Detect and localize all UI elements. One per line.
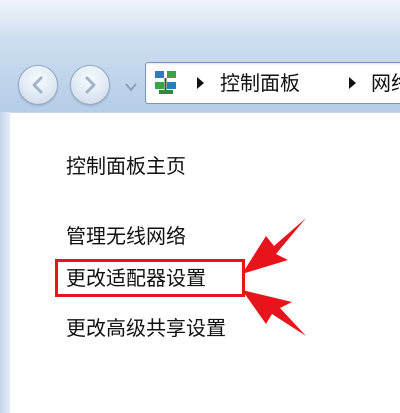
breadcrumb-control-panel[interactable]: 控制面板 — [220, 69, 300, 97]
annotation-arrow-lower — [242, 290, 306, 336]
network-icon — [155, 71, 176, 94]
chevron-down-icon[interactable] — [124, 80, 138, 94]
glass-shine — [0, 0, 400, 40]
manage-wireless-networks-link[interactable]: 管理无线网络 — [66, 222, 186, 250]
annotation-arrow-upper — [242, 218, 306, 274]
window-toolbar: 控制面板 网络 — [0, 0, 400, 112]
forward-arrow-icon — [85, 76, 96, 94]
pane-edge — [0, 112, 10, 413]
breadcrumb-network[interactable]: 网络 — [371, 69, 400, 97]
back-button[interactable] — [18, 65, 58, 105]
highlight-box — [55, 259, 245, 297]
forward-button[interactable] — [70, 65, 110, 105]
breadcrumb-separator-icon[interactable] — [346, 76, 358, 90]
address-bar[interactable]: 控制面板 网络 — [145, 62, 400, 104]
control-panel-home-link[interactable]: 控制面板主页 — [66, 152, 186, 180]
explorer-window: 控制面板 网络 控制面板主页 管理无线网络 更改适配器设置 更改高级共享设置 — [0, 0, 400, 413]
change-advanced-sharing-link[interactable]: 更改高级共享设置 — [66, 314, 226, 342]
breadcrumb-separator-icon[interactable] — [194, 76, 206, 90]
back-arrow-icon — [32, 76, 43, 94]
